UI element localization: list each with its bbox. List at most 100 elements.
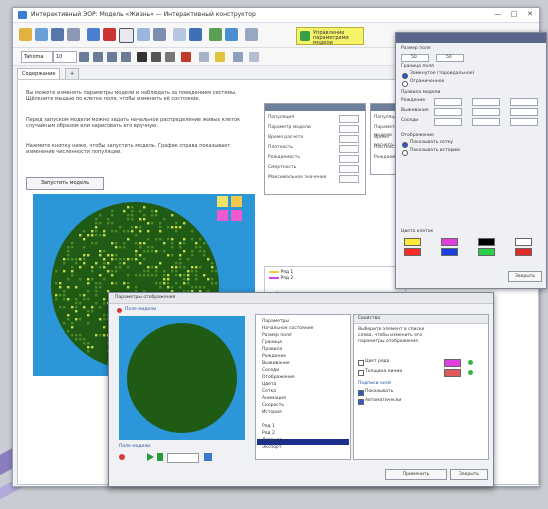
prop-apply-icon-1[interactable] xyxy=(468,360,473,365)
tab-content[interactable]: Содержание xyxy=(17,68,61,79)
line-style-icon[interactable] xyxy=(233,52,243,62)
font-name-select[interactable]: Tahoma xyxy=(21,51,53,63)
tree-item[interactable]: Сетка xyxy=(262,389,276,395)
reset-icon[interactable] xyxy=(204,453,212,461)
italic-icon[interactable] xyxy=(151,52,161,62)
align-center-icon[interactable] xyxy=(93,52,103,62)
tree-item[interactable]: Графики xyxy=(262,417,283,423)
undo-icon[interactable] xyxy=(87,28,100,41)
color-swatch-red[interactable] xyxy=(404,248,421,256)
tree-item[interactable]: Граница xyxy=(262,340,282,346)
new-file-icon[interactable] xyxy=(19,28,32,41)
prop-apply-icon-2[interactable] xyxy=(468,370,473,375)
step-icon[interactable] xyxy=(157,453,163,461)
param-value-box[interactable] xyxy=(339,135,359,143)
tree-item[interactable]: Выживание xyxy=(262,361,290,367)
stop-icon[interactable] xyxy=(119,454,125,460)
tree-item[interactable]: Отображение xyxy=(262,375,295,381)
tree-item[interactable]: Начальное состояние xyxy=(262,326,313,332)
color-swatch-yellow[interactable] xyxy=(404,238,421,246)
parameters-callout-button[interactable]: Управление параметрами модели xyxy=(296,27,364,46)
prop-check-2[interactable] xyxy=(358,370,364,376)
model-tool-icons[interactable] xyxy=(216,195,244,223)
print-icon[interactable] xyxy=(67,28,80,41)
close-button[interactable]: ✕ xyxy=(523,9,537,20)
rule-input[interactable] xyxy=(434,98,462,106)
font-color-icon[interactable] xyxy=(181,52,191,62)
rule-input[interactable] xyxy=(434,118,462,126)
param-value-box[interactable] xyxy=(339,115,359,123)
option-torus-radio[interactable] xyxy=(402,73,408,79)
rule-input[interactable] xyxy=(472,108,500,116)
run-model-button[interactable]: Запустить модель xyxy=(26,177,104,190)
color-swatch-green[interactable] xyxy=(478,248,495,256)
tree-item[interactable]: Экспорт xyxy=(262,445,282,451)
align-left-icon[interactable] xyxy=(79,52,89,62)
tree-item[interactable]: Размер поля xyxy=(262,333,292,339)
prop-check-1[interactable] xyxy=(358,360,364,366)
align-right-icon[interactable] xyxy=(107,52,117,62)
color-swatch-white[interactable] xyxy=(515,238,532,246)
tree-item[interactable]: Ряд 1 xyxy=(262,424,275,430)
rule-input[interactable] xyxy=(472,98,500,106)
tree-item[interactable]: Ряд 2 xyxy=(262,431,275,437)
tree-item[interactable]: Скорость xyxy=(262,403,284,409)
color-swatch-black[interactable] xyxy=(478,238,495,246)
color-swatch-red-2[interactable] xyxy=(515,248,532,256)
tab-add[interactable]: + xyxy=(65,68,80,79)
speed-slider[interactable] xyxy=(167,453,199,463)
select-icon[interactable] xyxy=(137,28,150,41)
open-icon[interactable] xyxy=(35,28,48,41)
tree-item[interactable]: Легенда xyxy=(262,438,282,444)
maximize-button[interactable]: □ xyxy=(507,9,521,20)
tree-item[interactable]: Цвета xyxy=(262,382,276,388)
color-swatch-blue[interactable] xyxy=(441,248,458,256)
minimize-button[interactable]: — xyxy=(491,9,505,20)
save-icon[interactable] xyxy=(51,28,64,41)
prop-color-swatch-2[interactable] xyxy=(444,369,461,377)
tree-item[interactable]: История xyxy=(262,410,282,416)
props-check-show[interactable] xyxy=(358,390,364,396)
delete-icon[interactable] xyxy=(103,28,116,41)
show-history-radio[interactable] xyxy=(402,150,408,156)
zoom-icon[interactable] xyxy=(153,28,166,41)
param-value-box[interactable] xyxy=(339,165,359,173)
param-value-box[interactable] xyxy=(339,155,359,163)
chart-icon[interactable] xyxy=(189,28,202,41)
font-size-select[interactable]: 10 xyxy=(53,51,77,63)
cursor-icon[interactable] xyxy=(119,28,134,43)
highlight-icon[interactable] xyxy=(215,52,225,62)
table-icon[interactable] xyxy=(209,28,222,41)
props-check-auto[interactable] xyxy=(358,399,364,405)
settings-icon[interactable] xyxy=(245,28,258,41)
rule-input[interactable] xyxy=(510,98,538,106)
rule-input[interactable] xyxy=(434,108,462,116)
justify-icon[interactable] xyxy=(121,52,131,62)
tree-item[interactable]: Параметры xyxy=(262,319,289,325)
height-input[interactable]: 50 xyxy=(436,54,464,62)
close-bottom-dialog-button[interactable]: Закрыть xyxy=(450,469,488,480)
tree-item[interactable]: Правила xyxy=(262,347,282,353)
image-icon[interactable] xyxy=(225,28,238,41)
border-icon[interactable] xyxy=(199,52,209,62)
tree-item[interactable]: Рождение xyxy=(262,354,286,360)
close-dialog-button[interactable]: Закрыть xyxy=(508,271,542,282)
bold-icon[interactable] xyxy=(137,52,147,62)
tree-item[interactable]: Анимация xyxy=(262,396,286,402)
rule-input[interactable] xyxy=(510,108,538,116)
rule-input[interactable] xyxy=(510,118,538,126)
rule-input[interactable] xyxy=(472,118,500,126)
width-input[interactable]: 50 xyxy=(401,54,429,62)
param-value-box[interactable] xyxy=(339,125,359,133)
option-bounded-radio[interactable] xyxy=(402,81,408,87)
show-grid-radio[interactable] xyxy=(402,142,408,148)
more-icon[interactable] xyxy=(249,52,259,62)
prop-color-swatch-1[interactable] xyxy=(444,359,461,367)
color-swatch-magenta[interactable] xyxy=(441,238,458,246)
model-field-preview[interactable] xyxy=(119,316,245,440)
play-icon[interactable] xyxy=(147,453,154,461)
param-value-box[interactable] xyxy=(339,145,359,153)
tree-item[interactable]: Соседи xyxy=(262,368,279,374)
underline-icon[interactable] xyxy=(165,52,175,62)
param-value-box[interactable] xyxy=(339,175,359,183)
